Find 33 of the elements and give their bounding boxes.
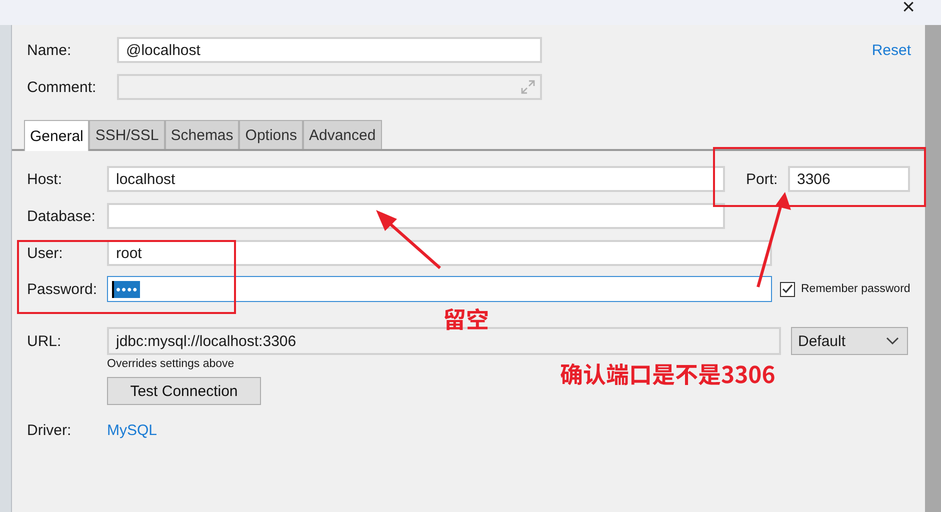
expand-icon[interactable]	[520, 79, 536, 95]
url-mode-dropdown[interactable]: Default	[791, 327, 908, 355]
port-field[interactable]: 3306	[788, 166, 910, 192]
tab[interactable]: SSH/SSL	[89, 120, 165, 149]
field-label: Database:	[27, 208, 96, 224]
driver-link[interactable]: MySQL	[107, 422, 158, 438]
name-field[interactable]: @localhost	[117, 37, 542, 63]
close-icon[interactable]: ×	[898, 0, 919, 14]
field-label: Comment:	[27, 78, 98, 96]
checkbox-label[interactable]: Remember password	[801, 283, 910, 295]
user-field[interactable]: root	[107, 240, 772, 266]
password-field[interactable]: ••••	[107, 276, 772, 302]
field-label: Driver:	[27, 422, 72, 438]
field-label: Password:	[27, 280, 98, 298]
field-label: Name:	[27, 42, 72, 58]
field-label: User:	[27, 244, 64, 262]
tab[interactable]: Advanced	[302, 120, 382, 149]
chevron-down-icon	[886, 337, 899, 345]
tab[interactable]: Schemas	[164, 120, 240, 149]
tab[interactable]: General	[24, 120, 90, 151]
hint-text: Overrides settings above	[107, 358, 236, 370]
field-label: Port:	[746, 170, 779, 188]
remember-checkbox[interactable]	[780, 282, 795, 296]
reset-link[interactable]: Reset	[872, 42, 911, 58]
annotation-text: 确认端口是不是3306	[560, 356, 776, 390]
tab[interactable]: Options	[239, 120, 303, 149]
arrow	[376, 210, 441, 270]
database-field[interactable]	[107, 203, 725, 229]
host-field[interactable]: localhost	[107, 166, 725, 192]
field-label: Host:	[27, 170, 64, 188]
comment-field[interactable]	[117, 74, 542, 100]
test-connection-button[interactable]: Test Connection	[107, 377, 261, 405]
field-label: URL:	[27, 332, 62, 350]
